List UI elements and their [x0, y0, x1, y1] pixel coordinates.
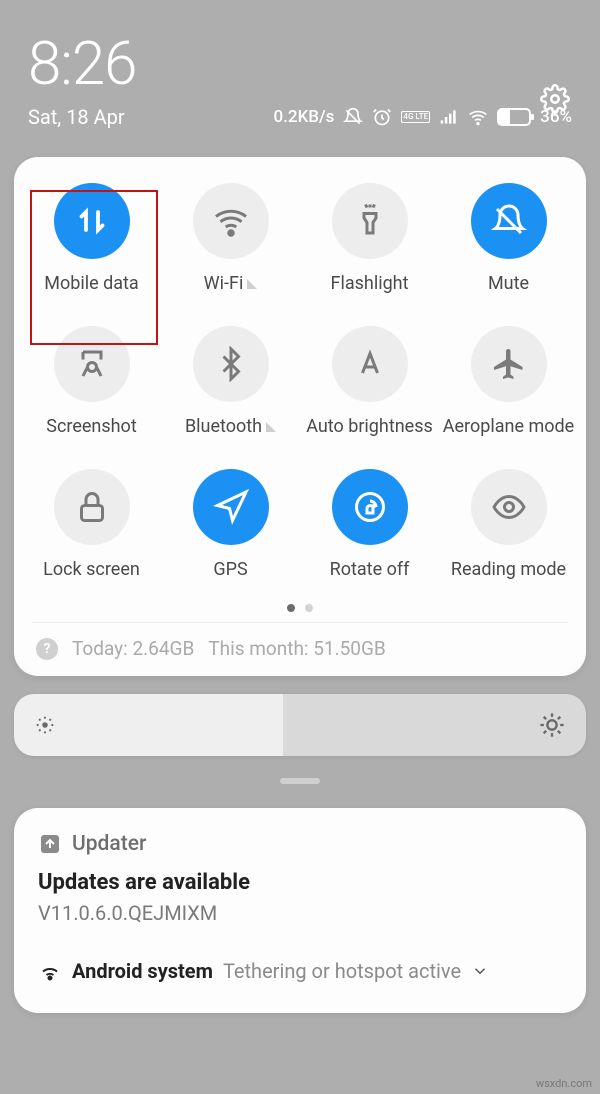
bluetooth-icon	[193, 326, 269, 402]
toggle-mute[interactable]: Mute	[439, 167, 578, 310]
notif-app-name: Updater	[72, 832, 146, 856]
toggle-label: Rotate off	[330, 559, 410, 580]
toggle-label: Auto brightness	[306, 416, 433, 437]
data-usage-row[interactable]: ? Today: 2.64GB This month: 51.50GB	[32, 622, 568, 660]
usage-today: Today: 2.64GB	[72, 637, 194, 660]
toggle-rotate-off[interactable]: Rotate off	[300, 453, 439, 596]
alarm-icon	[372, 107, 392, 127]
toggle-gps[interactable]: GPS	[161, 453, 300, 596]
hotspot-icon	[38, 959, 62, 983]
brightness-slider[interactable]	[14, 694, 586, 756]
quick-settings-panel: Mobile data Wi-Fi Flashlight Mute Screen	[14, 157, 586, 676]
wifi-icon	[193, 183, 269, 259]
settings-button[interactable]	[540, 84, 570, 118]
notif-title: Updates are available	[38, 870, 562, 895]
rotate-lock-icon	[332, 469, 408, 545]
status-header: 8:26 Sat, 18 Apr 0.2KB/s 4G LTE 36%	[0, 0, 600, 139]
toggle-label: Mobile data	[44, 273, 138, 294]
help-icon: ?	[36, 638, 58, 660]
chevron-down-icon	[247, 279, 257, 289]
gps-icon	[193, 469, 269, 545]
toggle-mobile-data[interactable]: Mobile data	[22, 167, 161, 310]
toggle-bluetooth[interactable]: Bluetooth	[161, 310, 300, 453]
toggle-label: Lock screen	[43, 559, 140, 580]
toggle-label: Bluetooth	[185, 416, 276, 437]
toggle-label: Mute	[488, 273, 529, 294]
brightness-low-icon	[34, 714, 56, 736]
toggle-flashlight[interactable]: Flashlight	[300, 167, 439, 310]
toggle-label: Wi-Fi	[204, 273, 258, 294]
toggle-aeroplane[interactable]: Aeroplane mode	[439, 310, 578, 453]
toggle-label: GPS	[213, 559, 247, 580]
clock: 8:26	[28, 28, 572, 99]
wifi-status-icon	[468, 107, 488, 127]
toggle-reading-mode[interactable]: Reading mode	[439, 453, 578, 596]
drag-handle[interactable]	[280, 778, 320, 784]
notif-body: V11.0.6.0.QEJMIXM	[38, 901, 562, 925]
battery-icon	[497, 108, 531, 126]
notif-app-row: Updater	[38, 832, 562, 856]
status-icons: 0.2KB/s 4G LTE 36%	[274, 107, 572, 127]
chevron-down-icon	[471, 962, 489, 980]
toggle-label: Flashlight	[331, 273, 409, 294]
toggle-lock-screen[interactable]: Lock screen	[22, 453, 161, 596]
aeroplane-icon	[471, 326, 547, 402]
toggle-grid: Mobile data Wi-Fi Flashlight Mute Screen	[14, 167, 586, 596]
net-speed: 0.2KB/s	[274, 107, 335, 127]
toggle-screenshot[interactable]: Screenshot	[22, 310, 161, 453]
signal-icon	[439, 107, 459, 127]
eye-icon	[471, 469, 547, 545]
flashlight-icon	[332, 183, 408, 259]
auto-brightness-icon	[332, 326, 408, 402]
watermark: wsxdn.com	[536, 1077, 592, 1090]
notif-system-app: Android system	[72, 959, 213, 983]
lock-icon	[54, 469, 130, 545]
page-indicator	[14, 604, 586, 612]
toggle-label: Screenshot	[46, 416, 136, 437]
lte-icon: 4G LTE	[401, 111, 430, 123]
mute-icon	[471, 183, 547, 259]
toggle-auto-brightness[interactable]: Auto brightness	[300, 310, 439, 453]
updater-app-icon	[38, 832, 62, 856]
screenshot-icon	[54, 326, 130, 402]
dnd-icon	[343, 107, 363, 127]
pager-dot-1	[287, 604, 295, 612]
pager-dot-2	[305, 604, 313, 612]
chevron-down-icon	[266, 422, 276, 432]
toggle-label: Aeroplane mode	[443, 416, 574, 437]
date: Sat, 18 Apr	[28, 105, 125, 129]
toggle-wifi[interactable]: Wi-Fi	[161, 167, 300, 310]
notif-system-row[interactable]: Android system Tethering or hotspot acti…	[38, 959, 562, 983]
mobile-data-icon	[54, 183, 130, 259]
brightness-high-icon	[538, 711, 566, 739]
toggle-label: Reading mode	[451, 559, 566, 580]
notif-system-msg: Tethering or hotspot active	[223, 959, 461, 983]
usage-month: This month: 51.50GB	[208, 637, 385, 660]
notification-card[interactable]: Updater Updates are available V11.0.6.0.…	[14, 808, 586, 1013]
